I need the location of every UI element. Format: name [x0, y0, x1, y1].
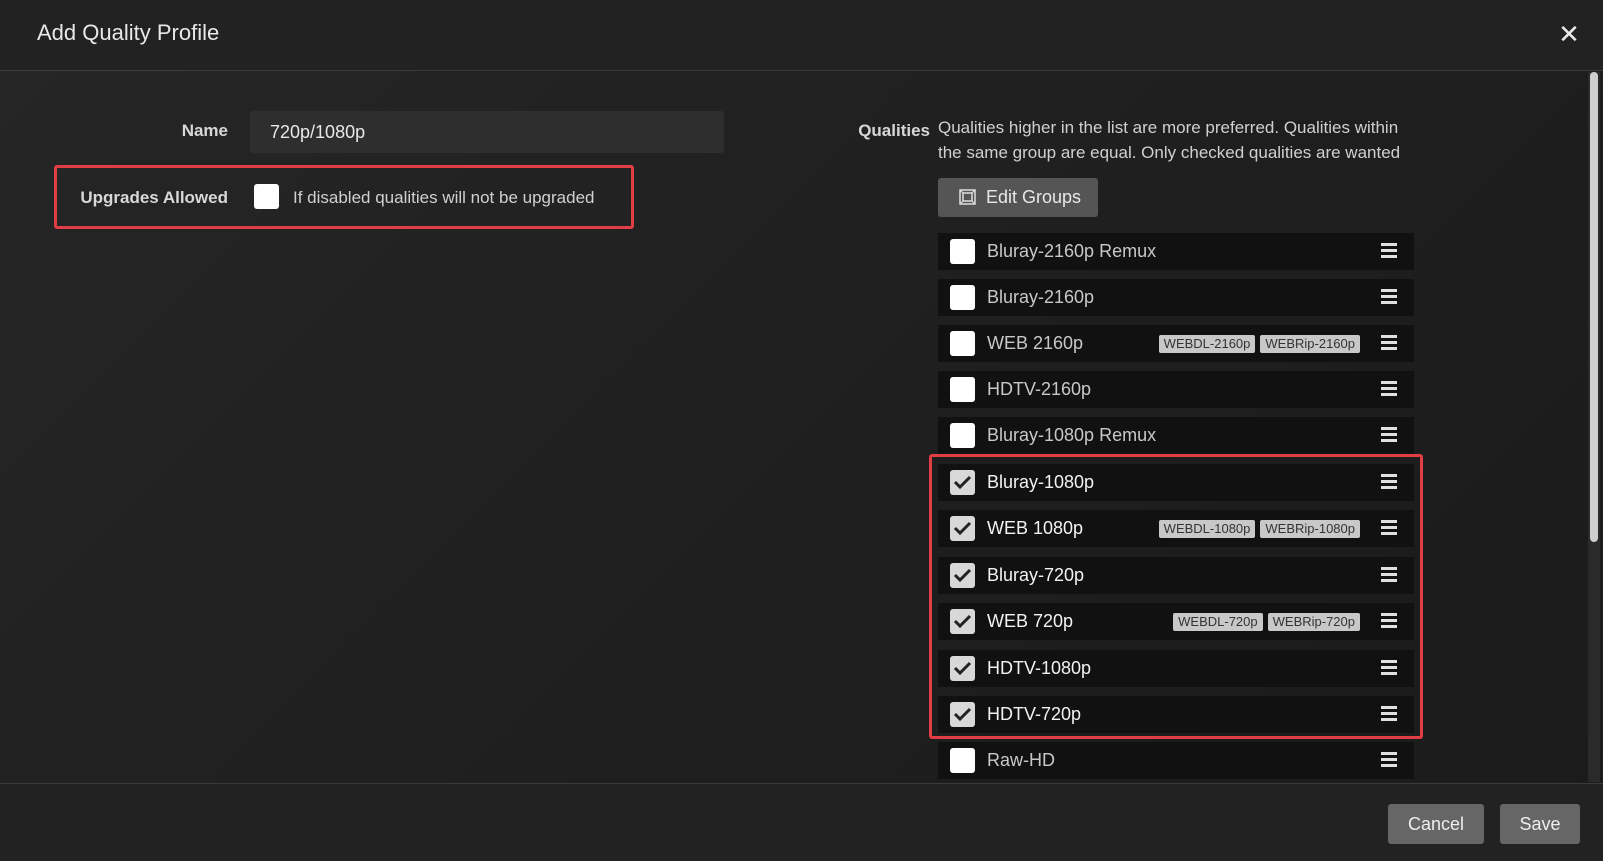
modal-body: Name Upgrades Allowed If disabled qualit… [0, 71, 1580, 783]
name-label: Name [181, 121, 228, 140]
upgrades-help-text: If disabled qualities will not be upgrad… [293, 188, 595, 207]
name-input[interactable] [250, 111, 724, 153]
quality-row[interactable]: Bluray-1080p Remux [938, 417, 1414, 454]
quality-checkbox[interactable] [950, 377, 975, 402]
quality-name: Bluray-1080p Remux [987, 425, 1157, 445]
modal-footer: Cancel Save [0, 783, 1603, 861]
drag-handle-icon[interactable] [1381, 243, 1397, 259]
upgrades-allowed-checkbox[interactable] [254, 184, 279, 209]
drag-handle-icon[interactable] [1381, 289, 1397, 305]
quality-name: Raw-HD [987, 750, 1056, 770]
quality-tag: WEBRip-2160p [1260, 335, 1360, 353]
edit-groups-label: Edit Groups [986, 187, 1082, 207]
quality-row[interactable]: Bluray-2160p Remux [938, 233, 1414, 270]
drag-handle-icon[interactable] [1381, 427, 1397, 443]
quality-tags: WEBDL-2160p WEBRip-2160p [1158, 335, 1360, 353]
quality-checkbox[interactable] [950, 285, 975, 310]
drag-handle-icon[interactable] [1381, 335, 1397, 351]
quality-name: WEB 2160p [987, 333, 1084, 353]
qualities-help-text: Qualities higher in the list are more pr… [938, 118, 1401, 162]
drag-handle-icon[interactable] [1381, 381, 1397, 397]
scrollbar-thumb[interactable] [1590, 72, 1598, 542]
drag-handle-icon[interactable] [1381, 752, 1397, 768]
quality-row[interactable]: Bluray-2160p [938, 279, 1414, 316]
cancel-button[interactable]: Cancel [1388, 804, 1484, 844]
quality-row[interactable]: HDTV-2160p [938, 371, 1414, 408]
quality-row[interactable]: WEB 2160p WEBDL-2160p WEBRip-2160p [938, 325, 1414, 362]
edit-groups-button[interactable]: Edit Groups [938, 178, 1098, 217]
quality-name: HDTV-2160p [987, 379, 1092, 399]
quality-checkbox[interactable] [950, 239, 975, 264]
qualities-label: Qualities [858, 121, 930, 140]
modal-title: Add Quality Profile [37, 20, 220, 45]
quality-row[interactable]: Raw-HD [938, 742, 1414, 779]
modal-header: Add Quality Profile ✕ [0, 0, 1603, 71]
quality-checkbox[interactable] [950, 423, 975, 448]
close-icon[interactable]: ✕ [1555, 20, 1583, 48]
quality-checkbox[interactable] [950, 331, 975, 356]
quality-name: Bluray-2160p [987, 287, 1095, 307]
quality-checkbox[interactable] [950, 748, 975, 773]
upgrades-allowed-label: Upgrades Allowed [80, 188, 228, 207]
quality-profile-modal: Add Quality Profile ✕ Name Upgrades Allo… [0, 0, 1603, 861]
quality-name: Bluray-2160p Remux [987, 241, 1157, 261]
quality-tag: WEBDL-2160p [1158, 335, 1256, 353]
group-icon [959, 189, 976, 205]
checked-qualities-highlight [929, 454, 1423, 739]
save-button[interactable]: Save [1500, 804, 1580, 844]
